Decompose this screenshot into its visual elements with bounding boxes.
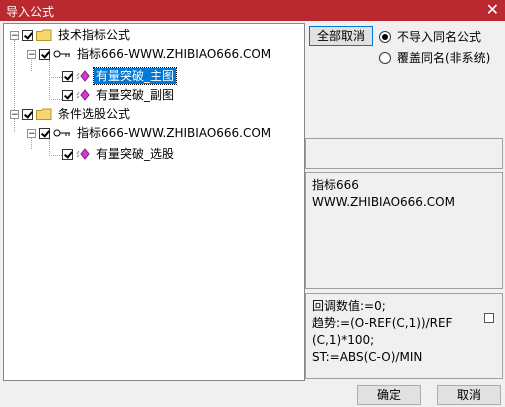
- small-checkbox[interactable]: [484, 313, 494, 323]
- tree-node-label: 有量突破_主图: [92, 67, 178, 85]
- formula-code-box[interactable]: 回调数值:=0; 趋势:=(O-REF(C,1))/REF (C,1)*100;…: [305, 293, 503, 379]
- tree-node-label: 有量突破_选股: [96, 147, 175, 161]
- checkbox[interactable]: [62, 148, 73, 160]
- tree-node-label: 指标666-WWW.ZHIBIAO666.COM: [77, 47, 272, 61]
- tree-node-zhibiao666-2[interactable]: − 指标666-WWW.ZHIBIAO666.COM: [27, 124, 273, 142]
- key-icon: [53, 49, 71, 59]
- formula-info-box: 指标666 WWW.ZHIBIAO666.COM: [305, 172, 503, 289]
- checkbox[interactable]: [22, 108, 33, 120]
- tree-node-label: 条件选股公式: [58, 107, 131, 121]
- folder-icon: [36, 108, 52, 120]
- checkbox[interactable]: [62, 89, 73, 101]
- code-line: ST:=ABS(C-O)/MIN: [312, 350, 423, 364]
- tree-node-stock-selection[interactable]: − 条件选股公式: [10, 105, 132, 123]
- info-line: 指标666: [312, 178, 359, 192]
- key-icon: [53, 128, 71, 138]
- formula-gem-icon: [76, 148, 90, 160]
- tree-node-label: 指标666-WWW.ZHIBIAO666.COM: [77, 126, 272, 140]
- title-bar: 导入公式 ✕: [0, 0, 505, 21]
- collapse-icon[interactable]: −: [27, 128, 36, 138]
- tree-leaf-main-chart[interactable]: 有量突破_主图: [62, 67, 178, 85]
- radio-dot[interactable]: [379, 51, 391, 64]
- formula-gem-icon: [76, 89, 90, 101]
- collapse-icon[interactable]: −: [27, 49, 36, 59]
- radio-overwrite[interactable]: 覆盖同名(非系统): [379, 49, 490, 66]
- close-icon[interactable]: ✕: [486, 1, 499, 19]
- checkbox[interactable]: [39, 127, 50, 139]
- code-line: 趋势:=(O-REF(C,1))/REF: [312, 316, 453, 330]
- folder-icon: [36, 29, 52, 41]
- checkbox[interactable]: [62, 70, 73, 82]
- tree-node-zhibiao666-1[interactable]: − 指标666-WWW.ZHIBIAO666.COM: [27, 45, 273, 63]
- collapse-icon[interactable]: −: [10, 30, 19, 40]
- checkbox[interactable]: [39, 48, 50, 60]
- info-line: WWW.ZHIBIAO666.COM: [312, 195, 455, 209]
- formula-tree[interactable]: − 技术指标公式 − 指标666-WWW.ZHIBIAO666.COM 有量突破…: [3, 23, 305, 381]
- radio-dot[interactable]: [379, 30, 391, 43]
- tree-leaf-sub-chart[interactable]: 有量突破_副图: [62, 86, 176, 104]
- cancel-button[interactable]: 取消: [437, 385, 501, 405]
- radio-label: 不导入同名公式: [397, 30, 482, 44]
- cancel-all-button[interactable]: 全部取消: [309, 26, 373, 46]
- checkbox[interactable]: [22, 29, 33, 41]
- formula-gem-icon: [76, 70, 90, 82]
- window-title: 导入公式: [6, 5, 55, 19]
- tree-node-label: 有量突破_副图: [96, 88, 175, 102]
- tree-node-label: 技术指标公式: [58, 28, 131, 42]
- ok-button[interactable]: 确定: [357, 385, 421, 405]
- collapse-icon[interactable]: −: [10, 109, 19, 119]
- tree-leaf-stock-pick[interactable]: 有量突破_选股: [62, 145, 176, 163]
- code-line: 回调数值:=0;: [312, 299, 386, 313]
- tree-node-technical-indicators[interactable]: − 技术指标公式: [10, 26, 132, 44]
- radio-label: 覆盖同名(非系统): [397, 51, 491, 65]
- radio-no-import[interactable]: 不导入同名公式: [379, 28, 481, 45]
- empty-panel: [305, 138, 503, 169]
- code-line: (C,1)*100;: [312, 333, 375, 347]
